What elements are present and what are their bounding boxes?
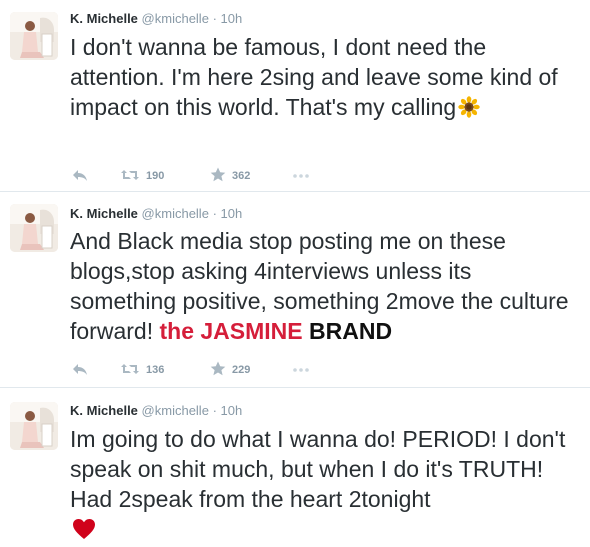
watermark-the: the bbox=[159, 318, 194, 344]
more-icon bbox=[292, 170, 310, 182]
watermark-brand: BRAND bbox=[309, 318, 393, 344]
tweet-text-body: Im going to do what I wanna do! PERIOD! … bbox=[70, 426, 566, 512]
user-handle[interactable]: @kmichelle bbox=[142, 403, 209, 418]
reply-button[interactable] bbox=[72, 166, 88, 186]
favorite-button[interactable]: 229 bbox=[210, 360, 250, 380]
sunflower-emoji bbox=[458, 95, 480, 125]
red-heart-emoji bbox=[72, 517, 96, 547]
tweet-header: K. Michelle @kmichelle · 10h bbox=[70, 11, 242, 26]
tweet-text-body: I don't wanna be famous, I dont need the… bbox=[70, 34, 558, 120]
tweet-actions: 190 362 bbox=[70, 166, 370, 186]
avatar-image bbox=[10, 12, 58, 60]
avatar[interactable] bbox=[10, 12, 58, 60]
tweet-3[interactable]: K. Michelle @kmichelle · 10h Im going to… bbox=[0, 388, 590, 545]
more-button[interactable] bbox=[292, 166, 310, 186]
favorite-button[interactable]: 362 bbox=[210, 166, 250, 186]
reply-icon bbox=[72, 168, 88, 185]
retweet-count[interactable]: 190 bbox=[146, 170, 164, 182]
tweet-timestamp[interactable]: 10h bbox=[221, 206, 243, 221]
tweet-text: Im going to do what I wanna do! PERIOD! … bbox=[70, 424, 580, 547]
tweet-timeline: K. Michelle @kmichelle · 10h I don't wan… bbox=[0, 0, 590, 545]
avatar[interactable] bbox=[10, 204, 58, 252]
retweet-button[interactable]: 136 bbox=[120, 360, 164, 380]
reply-button[interactable] bbox=[72, 360, 88, 380]
more-button[interactable] bbox=[292, 360, 310, 380]
reply-icon bbox=[72, 362, 88, 379]
header-separator: · bbox=[212, 403, 217, 418]
tweet-actions: 136 229 bbox=[70, 360, 370, 380]
retweet-button[interactable]: 190 bbox=[120, 166, 164, 186]
favorite-count[interactable]: 229 bbox=[232, 364, 250, 376]
retweet-icon bbox=[120, 362, 140, 379]
tweet-timestamp[interactable]: 10h bbox=[221, 11, 243, 26]
avatar[interactable] bbox=[10, 402, 58, 450]
tweet-1[interactable]: K. Michelle @kmichelle · 10h I don't wan… bbox=[0, 0, 590, 192]
tweet-text: I don't wanna be famous, I dont need the… bbox=[70, 32, 580, 125]
favorite-star-icon bbox=[210, 167, 226, 185]
favorite-star-icon bbox=[210, 361, 226, 379]
avatar-image bbox=[10, 402, 58, 450]
tweet-header: K. Michelle @kmichelle · 10h bbox=[70, 206, 242, 221]
tweet-timestamp[interactable]: 10h bbox=[221, 403, 243, 418]
tweet-text: And Black media stop posting me on these… bbox=[70, 226, 580, 346]
retweet-count[interactable]: 136 bbox=[146, 364, 164, 376]
display-name[interactable]: K. Michelle bbox=[70, 206, 138, 221]
tweet-header: K. Michelle @kmichelle · 10h bbox=[70, 403, 242, 418]
user-handle[interactable]: @kmichelle bbox=[142, 11, 209, 26]
watermark-jasmine: JASMINE bbox=[200, 318, 303, 344]
header-separator: · bbox=[212, 11, 217, 26]
header-separator: · bbox=[212, 206, 217, 221]
display-name[interactable]: K. Michelle bbox=[70, 403, 138, 418]
watermark: the JASMINE BRAND bbox=[159, 318, 392, 344]
retweet-icon bbox=[120, 168, 140, 185]
favorite-count[interactable]: 362 bbox=[232, 170, 250, 182]
more-icon bbox=[292, 364, 310, 376]
tweet-2[interactable]: K. Michelle @kmichelle · 10h And Black m… bbox=[0, 192, 590, 388]
display-name[interactable]: K. Michelle bbox=[70, 11, 138, 26]
avatar-image bbox=[10, 204, 58, 252]
user-handle[interactable]: @kmichelle bbox=[142, 206, 209, 221]
